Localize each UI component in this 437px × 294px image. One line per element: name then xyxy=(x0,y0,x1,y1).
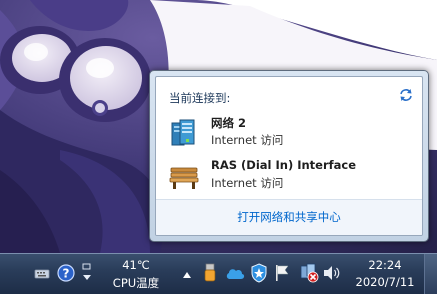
keyboard-icon[interactable] xyxy=(34,265,50,284)
help-icon[interactable]: ? xyxy=(57,264,75,285)
network-flyout-panel: 当前连接到: 网络 2 Internet 访问 RAS (Dial In) In… xyxy=(155,76,423,236)
shield-badge-icon[interactable] xyxy=(250,263,268,286)
network-flyout: 当前连接到: 网络 2 Internet 访问 RAS (Dial In) In… xyxy=(149,70,429,242)
clock-time[interactable]: 22:24 xyxy=(348,258,422,272)
connection-name: 网络 2 xyxy=(211,116,247,130)
bench-icon xyxy=(168,160,200,192)
usb-device-icon[interactable] xyxy=(203,263,217,286)
options-icon[interactable] xyxy=(81,261,93,288)
network-disconnected-icon[interactable] xyxy=(299,263,319,286)
connection-item-network-2[interactable]: 网络 2 Internet 访问 xyxy=(168,115,418,151)
flyout-title: 当前连接到: xyxy=(169,91,231,105)
connection-status: Internet 访问 xyxy=(211,176,284,190)
show-desktop-button[interactable] xyxy=(424,254,437,294)
svg-text:?: ? xyxy=(63,267,70,281)
refresh-icon[interactable] xyxy=(398,87,414,103)
show-hidden-icons-icon[interactable] xyxy=(182,268,192,282)
cpu-temperature-label: CPU温度 xyxy=(112,276,160,290)
network-computer-icon xyxy=(168,117,200,149)
action-center-flag-icon[interactable] xyxy=(274,264,290,285)
volume-icon[interactable] xyxy=(323,265,341,284)
clock-date[interactable]: 2020/7/11 xyxy=(348,275,422,289)
onedrive-cloud-icon[interactable] xyxy=(225,266,245,283)
flyout-footer: 打开网络和共享中心 xyxy=(156,199,422,235)
taskbar: ? 41℃ CPU温度 22:24 2020/7/11 xyxy=(0,253,437,294)
open-network-sharing-center-link[interactable]: 打开网络和共享中心 xyxy=(156,209,422,225)
connection-item-ras-dial-in[interactable]: RAS (Dial In) Interface Internet 访问 xyxy=(168,158,418,194)
connection-status: Internet 访问 xyxy=(211,133,284,147)
connection-name: RAS (Dial In) Interface xyxy=(211,158,357,172)
cpu-temperature-value[interactable]: 41℃ xyxy=(106,258,166,272)
